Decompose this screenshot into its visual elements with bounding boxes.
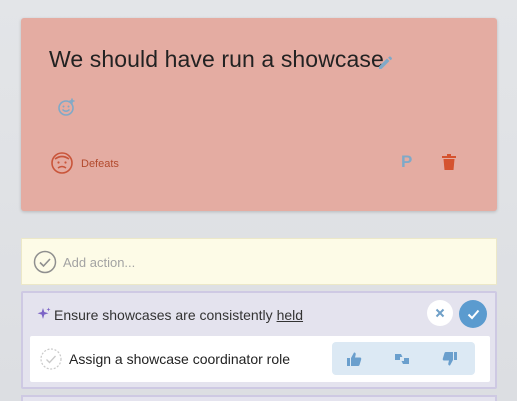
check-circle-icon — [33, 250, 57, 274]
add-reaction-icon[interactable] — [57, 97, 77, 117]
close-icon — [435, 308, 445, 318]
sparkle-icon — [37, 307, 51, 319]
add-action-bar — [21, 238, 497, 285]
defeat-face-icon — [51, 152, 73, 174]
action-suggestion-panel: Ensure showcases are consistently held A… — [21, 291, 497, 389]
thumbs-up-icon[interactable] — [346, 351, 362, 367]
card-title: We should have run a showcase — [49, 46, 384, 72]
suggestion-text: Ensure showcases are consistently held — [54, 307, 303, 323]
trash-icon[interactable] — [442, 154, 456, 170]
accept-suggestion-button[interactable] — [459, 300, 487, 328]
owner-avatar[interactable]: P — [401, 152, 412, 172]
category-label: Defeats — [81, 158, 119, 170]
pencil-icon[interactable] — [376, 52, 396, 72]
check-icon — [467, 309, 479, 319]
suggestion-highlight[interactable]: held — [277, 307, 303, 323]
vote-controls — [332, 342, 475, 375]
retro-card: We should have run a showcase Defeats P — [21, 18, 497, 211]
check-circle-icon[interactable] — [40, 348, 62, 370]
suggestion-item-text: Assign a showcase coordinator role — [69, 351, 291, 367]
suggestion-text-prefix: Ensure showcases are consistently — [54, 307, 277, 323]
thumbs-down-icon[interactable] — [442, 351, 458, 367]
next-suggestion-panel-edge — [21, 395, 497, 401]
dismiss-suggestion-button[interactable] — [427, 300, 453, 326]
suggestion-item: Assign a showcase coordinator role — [30, 336, 490, 382]
thumbs-sideways-icon[interactable] — [394, 351, 410, 367]
add-action-input[interactable] — [63, 253, 463, 271]
